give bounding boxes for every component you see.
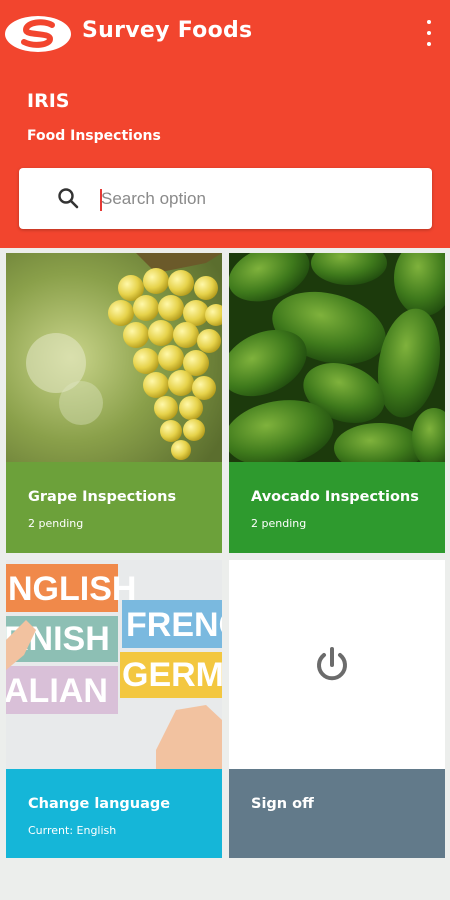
- tile-label: Sign off: [229, 769, 445, 858]
- tile-subtitle: Current: English: [28, 824, 117, 837]
- tile-change-language[interactable]: NGLISH RNISH ALIAN FRENC GERMA Change la…: [6, 560, 222, 858]
- tile-subtitle: 2 pending: [28, 517, 84, 530]
- avocados-image: [229, 253, 445, 462]
- svg-text:FRENC: FRENC: [126, 606, 222, 644]
- languages-image: NGLISH RNISH ALIAN FRENC GERMA: [6, 560, 222, 769]
- tile-label: Avocado Inspections 2 pending: [229, 462, 445, 553]
- svg-text:GERMA: GERMA: [122, 656, 222, 694]
- power-icon: [317, 647, 347, 681]
- search-icon: [58, 188, 79, 209]
- grapes-image: [6, 253, 222, 462]
- search-input[interactable]: [101, 184, 411, 214]
- tile-sign-off[interactable]: Sign off: [229, 560, 445, 858]
- tile-image-area: [229, 560, 445, 769]
- tile-title: Grape Inspections: [28, 489, 177, 505]
- tile-grape-inspections[interactable]: Grape Inspections 2 pending: [6, 253, 222, 553]
- app-header: Survey Foods IRIS Food Inspections: [0, 0, 450, 248]
- tile-avocado-inspections[interactable]: Avocado Inspections 2 pending: [229, 253, 445, 553]
- app-subtitle: Food Inspections: [27, 128, 161, 144]
- svg-text:ALIAN: ALIAN: [6, 672, 108, 710]
- tile-label: Change language Current: English: [6, 769, 222, 858]
- brand-name: Survey Foods: [82, 18, 253, 43]
- search-box[interactable]: [19, 168, 432, 229]
- svg-text:NGLISH: NGLISH: [8, 570, 136, 608]
- tile-title: Change language: [28, 796, 171, 812]
- tile-subtitle: 2 pending: [251, 517, 307, 530]
- survey-foods-logo-icon: [5, 16, 71, 52]
- tile-label: Grape Inspections 2 pending: [6, 462, 222, 553]
- tile-title: Avocado Inspections: [251, 489, 419, 505]
- more-vertical-icon[interactable]: [422, 20, 436, 46]
- app-title: IRIS: [27, 90, 70, 112]
- tile-title: Sign off: [251, 796, 314, 812]
